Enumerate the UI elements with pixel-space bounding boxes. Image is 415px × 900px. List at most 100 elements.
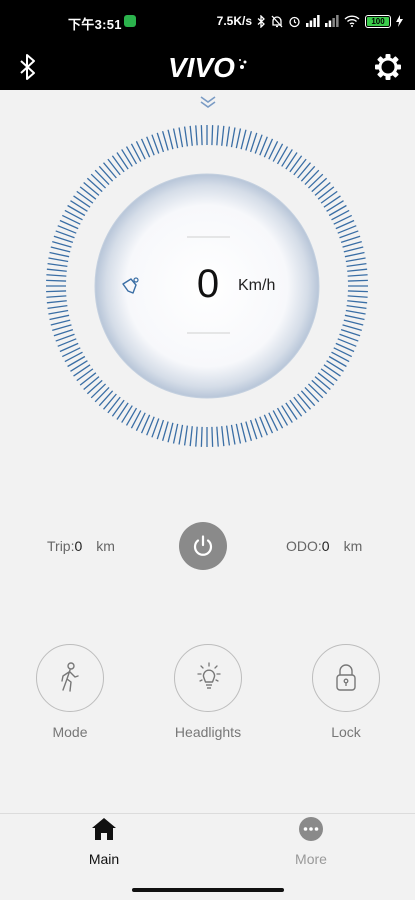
gauge-tick: [167, 129, 174, 150]
gauge-tick: [281, 405, 293, 423]
gauge-tick: [167, 422, 174, 443]
alarm-icon: [289, 16, 300, 27]
gauge-tick: [107, 396, 121, 414]
gauge-tick: [347, 279, 368, 282]
gauge-tick: [289, 155, 303, 173]
trip-distance: Trip:0 km: [47, 538, 115, 554]
bluetooth-icon[interactable]: [16, 52, 40, 82]
gauge-tick: [340, 235, 361, 244]
gauge-tick: [48, 309, 69, 315]
gauge-tick: [230, 424, 236, 445]
gauge-tick: [293, 396, 307, 414]
gauge-tick: [235, 128, 242, 149]
walking-person-icon: [61, 662, 79, 692]
gauge-tick: [347, 274, 368, 277]
gauge-tick: [326, 200, 344, 212]
gauge-tick: [111, 399, 125, 417]
gauge-tick: [189, 426, 193, 447]
gauge-tick: [346, 262, 367, 268]
gauge-tick: [50, 246, 71, 253]
gauge-tick: [297, 162, 311, 179]
signal-icon: [306, 15, 320, 27]
gauge-tick: [340, 328, 361, 337]
gauge-tick: [281, 149, 293, 167]
gauge-tick: [328, 355, 347, 368]
gauge-tick: [46, 274, 67, 277]
gauge-tick: [94, 386, 110, 403]
gauge-tick: [161, 421, 169, 441]
gauge-tick: [240, 422, 247, 443]
gauge-tick: [103, 393, 117, 410]
lock-button[interactable]: [312, 644, 380, 712]
odo-distance: ODO:0 km: [286, 538, 362, 554]
headlights-control: Headlights: [174, 644, 242, 740]
mute-icon: [271, 15, 283, 27]
status-bar: 下午3:51 7.5K/s 100: [0, 0, 415, 44]
odo-value: 0: [321, 538, 330, 554]
trip-unit: km: [96, 538, 115, 554]
headlights-label: Headlights: [174, 724, 242, 740]
gauge-tick: [189, 125, 193, 146]
gauge-tick: [107, 158, 121, 176]
gauge-tick: [52, 324, 72, 332]
light-bulb-icon: [197, 662, 221, 689]
gauge-tick: [48, 257, 69, 263]
gauge-tick: [347, 295, 368, 298]
walking-mode-indicator-icon: [122, 277, 139, 294]
gauge-tick: [230, 127, 236, 148]
signal-icon-2: [325, 15, 339, 27]
notification-icon: [124, 15, 136, 27]
bluetooth-status-icon: [257, 14, 265, 28]
power-button[interactable]: [179, 522, 227, 570]
more-dots-icon: [299, 817, 323, 841]
gauge-tick: [304, 386, 320, 403]
gauge-tick: [103, 162, 117, 179]
gauge-tick: [347, 300, 368, 304]
status-time: 下午3:51: [68, 17, 122, 32]
gauge-tick: [342, 324, 362, 332]
gauge-tick: [76, 190, 94, 204]
gear-icon[interactable]: [371, 50, 405, 84]
charging-icon: [396, 15, 403, 27]
gauge-tick: [225, 425, 231, 446]
gauge-tick: [245, 131, 253, 151]
lock-control: Lock: [312, 644, 380, 740]
gauge-tick: [183, 425, 189, 446]
gauge-tick: [346, 304, 367, 310]
tab-more-label: More: [295, 851, 327, 867]
gauge-tick: [285, 152, 298, 170]
gauge-tick: [76, 368, 94, 382]
mode-button[interactable]: [36, 644, 104, 712]
headlights-button[interactable]: [174, 644, 242, 712]
home-indicator: [132, 888, 284, 892]
tab-more[interactable]: More: [271, 816, 351, 867]
gauge-tick: [200, 426, 203, 447]
chevron-down-icon[interactable]: [198, 94, 218, 110]
trip-value: 0: [74, 538, 83, 554]
gauge-tick: [297, 393, 311, 410]
gauge-tick: [317, 186, 335, 200]
gauge-tick: [245, 421, 253, 441]
gauge-tick: [73, 195, 91, 208]
tabbar-divider: [0, 813, 415, 814]
gauge-tick: [47, 262, 68, 268]
gauge-tick: [320, 190, 338, 204]
gauge-tick: [73, 364, 91, 377]
network-speed: 7.5K/s: [216, 14, 252, 28]
odo-label: ODO:: [286, 538, 322, 554]
gauge-tick: [343, 319, 364, 326]
gauge-tick: [311, 177, 328, 193]
gauge-tick: [195, 426, 198, 447]
gauge-tick: [116, 152, 129, 170]
gauge-tick: [121, 149, 133, 167]
tab-main[interactable]: Main: [64, 816, 144, 867]
gauge-tick: [70, 360, 88, 372]
gauge-tick: [125, 407, 138, 426]
gauge-tick: [300, 165, 316, 182]
gauge-tick: [276, 146, 289, 165]
gauge-tick: [347, 268, 368, 272]
gauge-tick: [289, 399, 303, 417]
gauge-tick: [178, 127, 184, 148]
gauge-tick: [90, 383, 107, 399]
gauge-tick: [307, 173, 324, 189]
